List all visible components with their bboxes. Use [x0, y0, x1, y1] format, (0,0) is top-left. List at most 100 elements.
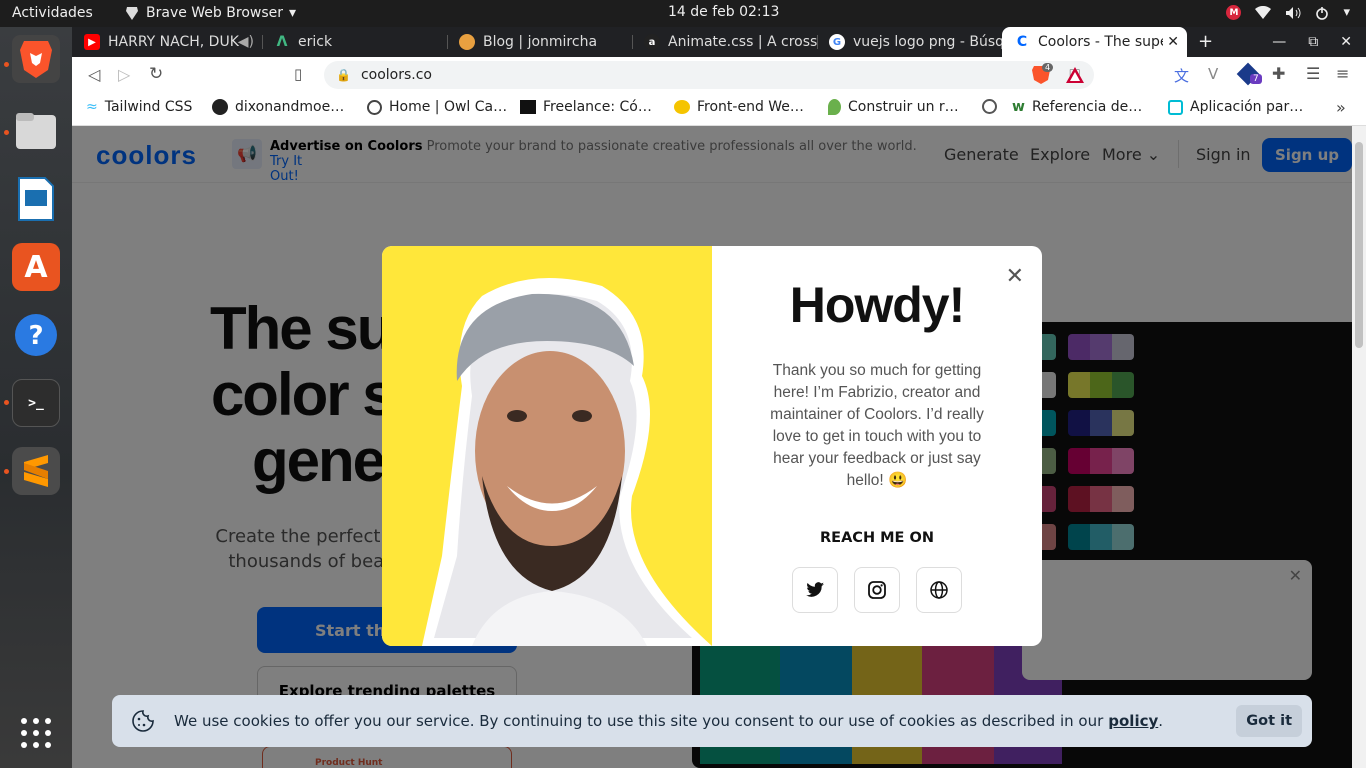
libreoffice-impress-icon[interactable] — [12, 175, 60, 223]
translate-icon[interactable]: 文 — [1174, 65, 1189, 86]
app-menu[interactable]: Brave Web Browser ▾ — [124, 5, 296, 21]
website-button[interactable] — [916, 567, 962, 613]
browser-toolbar: ◁ ▷ ↻ ▯ 🔒 coolors.co ⚿ 4 文 V 7 ✚ ☰ ≡ — [72, 57, 1366, 93]
running-indicator — [4, 400, 9, 405]
vue-devtools-icon[interactable]: V — [1208, 65, 1218, 83]
bookmark-item[interactable]: Aplicación par… — [1168, 99, 1303, 115]
cookie-banner: We use cookies to offer you our service.… — [112, 695, 1312, 747]
instagram-button[interactable] — [854, 567, 900, 613]
instagram-icon — [868, 581, 886, 599]
twitter-button[interactable] — [792, 567, 838, 613]
vue-favicon-icon: Λ — [276, 34, 288, 50]
tab-title: Coolors - The supe — [1038, 34, 1169, 50]
tailwind-icon: ≈ — [86, 99, 98, 115]
reload-icon[interactable]: ↻ — [149, 64, 163, 84]
cookie-policy-link[interactable]: policy — [1108, 712, 1158, 730]
dock: A ? >_ — [0, 27, 72, 768]
running-indicator — [4, 130, 9, 135]
bookmark-item[interactable]: ≈ Tailwind CSS — [86, 99, 192, 115]
page-scrollbar[interactable] — [1352, 126, 1366, 768]
modal-title: Howdy! — [789, 277, 966, 333]
jonmircha-favicon-icon — [459, 34, 475, 50]
got-it-button[interactable]: Got it — [1236, 705, 1302, 737]
creator-photo-panel — [382, 246, 712, 646]
wifi-icon — [1255, 6, 1272, 19]
bookmark-item[interactable]: Construir un r… — [828, 99, 959, 115]
google-favicon-icon: G — [829, 34, 845, 50]
tab-youtube[interactable]: ▶ HARRY NACH, DUK ◀) — [72, 27, 262, 57]
help-icon[interactable]: ? — [12, 311, 60, 359]
tab-title: Animate.css | A cross- — [668, 34, 817, 50]
app-menu-label: Brave Web Browser — [146, 5, 283, 21]
modal-message: Thank you so much for getting here! I’m … — [770, 362, 984, 489]
extension-badge: 7 — [1250, 74, 1262, 84]
bookmark-item[interactable]: dixonandmoe… — [212, 99, 344, 115]
tab-coolors[interactable]: C Coolors - The supe ✕ — [1002, 27, 1187, 57]
youtube-favicon-icon: ▶ — [84, 34, 100, 50]
howdy-modal: ✕ Howdy! Thank you so much for getting h… — [382, 246, 1042, 646]
tab-google[interactable]: G vuejs logo png - Búsq — [817, 27, 1002, 57]
svg-text:?: ? — [28, 321, 43, 351]
tab-title: HARRY NACH, DUK — [108, 34, 239, 50]
main-menu-icon[interactable]: ≡ — [1336, 64, 1349, 83]
back-icon[interactable]: ◁ — [88, 65, 100, 84]
sublime-text-icon[interactable] — [12, 447, 60, 495]
mail-indicator-icon[interactable]: M — [1226, 5, 1242, 20]
tab-strip: ▶ HARRY NACH, DUK ◀) Λ erick Blog | jonm… — [72, 27, 1366, 57]
github-icon — [212, 99, 228, 115]
reading-list-icon[interactable]: ☰ — [1306, 64, 1320, 83]
show-applications-icon[interactable] — [12, 709, 60, 757]
close-tab-icon[interactable]: ✕ — [1163, 34, 1179, 50]
tab-jonmircha[interactable]: Blog | jonmircha — [447, 27, 632, 57]
close-window-icon[interactable]: ✕ — [1340, 34, 1352, 50]
reach-me-label: REACH ME ON — [820, 530, 934, 546]
new-tab-icon[interactable]: + — [1198, 31, 1213, 52]
url-text[interactable]: coolors.co — [361, 67, 432, 83]
lock-icon: 🔒 — [336, 68, 351, 82]
forward-icon[interactable]: ▷ — [118, 65, 130, 84]
workana-icon — [520, 100, 536, 114]
cookie-period: . — [1158, 712, 1164, 730]
w3schools-icon: w — [1012, 99, 1025, 115]
scrollbar-thumb[interactable] — [1355, 142, 1363, 348]
clock[interactable]: 14 de feb 02:13 — [668, 4, 779, 20]
frontend-icon — [674, 100, 690, 114]
maximize-icon[interactable]: ⧉ — [1308, 34, 1318, 50]
system-tray[interactable]: M ▾ — [1226, 5, 1350, 20]
brave-lion-icon — [126, 7, 138, 20]
brave-rewards-icon[interactable] — [1066, 67, 1084, 83]
window-controls: — ⧉ ✕ — [1272, 27, 1352, 57]
bookmark-item[interactable]: Home | Owl Ca… — [367, 99, 507, 115]
power-icon — [1316, 6, 1329, 20]
more-bookmarks-icon[interactable]: » — [1336, 98, 1346, 117]
tab-title: vuejs logo png - Búsq — [853, 34, 1002, 50]
files-icon[interactable] — [12, 107, 60, 155]
brave-browser-icon[interactable] — [12, 35, 60, 83]
ubuntu-software-icon[interactable]: A — [12, 243, 60, 291]
bookmark-item[interactable]: Front-end We… — [674, 99, 804, 115]
cookie-text: We use cookies to offer you our service.… — [174, 712, 1104, 730]
tab-title: erick — [298, 34, 333, 50]
caret-down-icon: ▾ — [289, 5, 297, 21]
running-indicator — [4, 62, 9, 67]
bookmark-icon[interactable]: ▯ — [294, 65, 302, 83]
activities-button[interactable]: Actividades — [12, 5, 93, 21]
minimize-icon[interactable]: — — [1272, 34, 1286, 50]
brave-shields-icon[interactable]: 4 — [1032, 63, 1054, 85]
coolors-favicon-icon: C — [1016, 34, 1028, 50]
app-icon — [1168, 99, 1183, 115]
tab-animate[interactable]: a Animate.css | A cross- — [632, 27, 817, 57]
address-bar[interactable]: 🔒 coolors.co ⚿ — [324, 61, 1094, 89]
mute-icon[interactable]: ◀) — [238, 34, 254, 50]
creator-portrait-image — [422, 278, 712, 646]
bookmark-item[interactable]: w Referencia de… — [1012, 99, 1142, 115]
bookmark-item[interactable]: Freelance: Có… — [520, 99, 652, 115]
system-top-bar: Actividades Brave Web Browser ▾ 14 de fe… — [0, 0, 1366, 27]
modal-content: ✕ Howdy! Thank you so much for getting h… — [712, 246, 1042, 646]
tab-erick[interactable]: Λ erick — [262, 27, 447, 57]
terminal-icon[interactable]: >_ — [12, 379, 60, 427]
bookmark-item[interactable] — [982, 99, 1004, 114]
animate-favicon-icon: a — [644, 34, 660, 50]
tab-title: Blog | jonmircha — [483, 34, 598, 50]
puzzle-extensions-icon[interactable]: ✚ — [1272, 64, 1285, 83]
